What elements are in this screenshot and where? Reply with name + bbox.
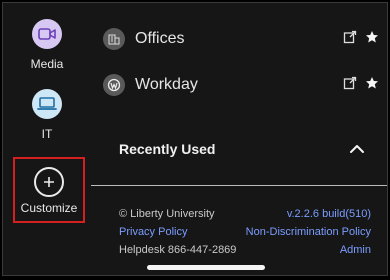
footer: © Liberty University v.2.2.6 build(510) … [119,205,371,259]
link-offices[interactable]: Offices [103,19,379,59]
privacy-policy-link[interactable]: Privacy Policy [119,223,187,241]
admin-link[interactable]: Admin [340,241,371,259]
video-icon [32,19,62,49]
building-icon [103,28,125,50]
star-icon[interactable] [365,76,379,95]
helpdesk-text[interactable]: Helpdesk 866-447-2869 [119,241,236,259]
plus-circle-icon [34,167,64,197]
rail-item-customize[interactable]: Customize [13,157,85,223]
open-external-icon[interactable] [343,30,357,49]
star-icon[interactable] [365,30,379,49]
category-rail: Media IT Customize [3,3,91,275]
link-label: Workday [135,76,198,93]
rail-item-it[interactable]: IT [9,89,85,141]
link-workday[interactable]: Workday [103,65,379,105]
chevron-up-icon[interactable] [349,141,365,157]
rail-item-label: IT [41,127,53,141]
workday-icon [103,74,125,96]
link-label: Offices [135,30,185,47]
rail-item-label: Media [30,57,64,71]
version-link[interactable]: v.2.2.6 build(510) [287,205,371,223]
rail-item-media[interactable]: Media [9,19,85,71]
open-external-icon[interactable] [343,76,357,95]
section-title: Recently Used [119,141,216,157]
home-indicator [147,265,265,270]
rail-item-label: Customize [20,201,78,215]
app-screen: Media IT Customize Offices Workday Recen… [2,2,388,276]
recently-used-header[interactable]: Recently Used [103,131,379,167]
laptop-icon [32,89,62,119]
divider [91,185,387,186]
copyright-text: © Liberty University [119,208,215,220]
non-discrimination-policy-link[interactable]: Non-Discrimination Policy [246,223,371,241]
